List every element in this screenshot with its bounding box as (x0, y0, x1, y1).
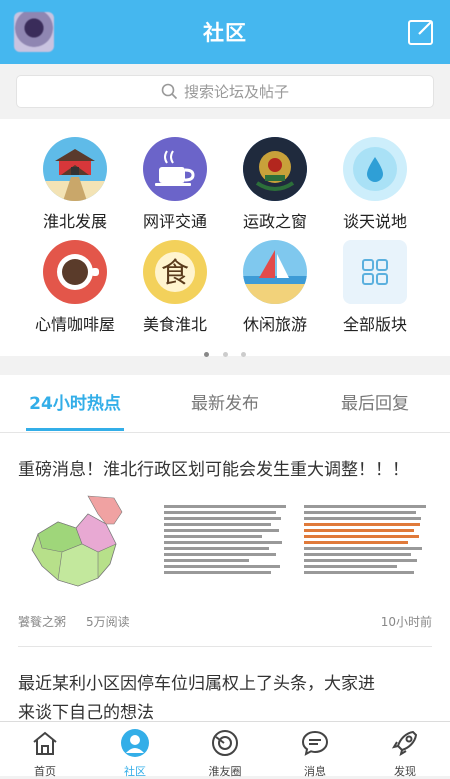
text-line (304, 553, 412, 556)
highlight-line (304, 529, 414, 532)
page-title: 社区 (203, 21, 247, 45)
text-line (304, 565, 397, 568)
nav-label: 社区 (124, 765, 146, 778)
search-input[interactable]: 搜索论坛及帖子 (16, 75, 434, 108)
feed-tabs: 24小时热点 最新发布 最后回复 (0, 375, 450, 433)
divider (18, 646, 432, 647)
tab-last-reply[interactable]: 最后回复 (316, 375, 434, 433)
nav-discover[interactable]: 发现 (360, 722, 450, 778)
nav-home[interactable]: 首页 (0, 722, 90, 778)
text-line (164, 529, 279, 532)
category-wangping-jiaotong[interactable]: 网评交通 (125, 137, 225, 232)
category-xiuxian-lvyou[interactable]: 休闲旅游 (225, 240, 325, 335)
community-icon (121, 729, 149, 757)
text-line (164, 571, 272, 574)
nav-label: 消息 (304, 765, 326, 778)
text-line (304, 505, 426, 508)
rocket-icon (391, 730, 418, 757)
text-line (304, 559, 418, 562)
page-dot[interactable] (222, 352, 228, 357)
search-placeholder: 搜索论坛及帖子 (183, 83, 289, 101)
category-label: 淮北发展 (42, 212, 107, 231)
text-line (304, 571, 414, 574)
post-thumbnail-highlight[interactable] (298, 494, 432, 602)
text-line (304, 511, 417, 514)
nav-messages[interactable]: 消息 (270, 722, 360, 778)
food-icon: 食 (143, 240, 207, 304)
category-quanbu-bankuai[interactable]: 全部版块 (325, 240, 425, 335)
grid-icon (343, 240, 407, 304)
post-thumbnail-text[interactable] (158, 494, 292, 602)
post-reads: 5万阅读 (86, 615, 130, 629)
text-line (164, 523, 272, 526)
category-label: 网评交通 (142, 212, 207, 231)
post-thumbnail-map[interactable] (18, 494, 152, 602)
category-meishi-huaibei[interactable]: 食 美食淮北 (125, 240, 225, 335)
post-title[interactable]: 最近某利小区因停车位归属权上了头条，大家进 (18, 670, 375, 699)
coffee-cup-icon (143, 137, 207, 201)
highlight-line (304, 523, 420, 526)
text-line (164, 505, 286, 508)
text-line (164, 547, 269, 550)
active-tab-indicator (26, 428, 124, 431)
post-author[interactable]: 饕餮之粥 (18, 613, 66, 630)
page-dot[interactable] (204, 352, 210, 357)
search-icon (161, 83, 178, 100)
category-label: 全部版块 (342, 315, 407, 334)
text-line (164, 565, 280, 568)
page-dot[interactable] (240, 352, 246, 357)
text-line (304, 517, 422, 520)
category-yunzheng-zhichuang[interactable]: 运政之窗 (225, 137, 325, 232)
circle-icon (212, 730, 238, 756)
water-drop-icon (343, 137, 407, 201)
post-time: 10小时前 (380, 615, 432, 629)
category-label: 美食淮北 (142, 315, 207, 334)
text-line (164, 541, 283, 544)
category-label: 运政之窗 (242, 212, 307, 231)
category-tantian-shuodi[interactable]: 谈天说地 (325, 137, 425, 232)
nav-label: 发现 (394, 765, 416, 778)
category-label: 休闲旅游 (242, 315, 307, 334)
sailboat-icon (243, 240, 307, 304)
nav-label: 首页 (34, 765, 56, 778)
text-line (164, 535, 262, 538)
nav-community[interactable]: 社区 (90, 722, 180, 778)
avatar[interactable] (14, 12, 54, 52)
category-label: 心情咖啡屋 (34, 315, 115, 334)
nav-label: 淮友圈 (208, 765, 242, 778)
post-title[interactable]: 重磅消息！淮北行政区划可能会发生重大调整！！！ (18, 456, 409, 485)
coffee-top-icon (43, 240, 107, 304)
text-line (164, 517, 282, 520)
category-grid: 淮北发展 网评交通 运政之窗 谈天说地 心情咖啡屋 食 美食淮北 休闲旅游 全部… (0, 119, 450, 357)
highlight-line (304, 535, 419, 538)
top-bar: 社区 (0, 0, 450, 64)
tab-latest[interactable]: 最新发布 (166, 375, 284, 433)
category-xinqing-kafeiwu[interactable]: 心情咖啡屋 (25, 240, 125, 335)
search-area: 搜索论坛及帖子 (0, 64, 450, 119)
text-line (164, 559, 250, 562)
svg-text:食: 食 (161, 256, 189, 289)
text-line (164, 553, 277, 556)
page-indicator (0, 342, 450, 361)
city-gate-icon (43, 137, 107, 201)
highlight-line (304, 541, 408, 544)
emblem-icon (243, 137, 307, 201)
text-line (304, 547, 423, 550)
bottom-nav: 首页 社区 淮友圈 消息 发现 (0, 721, 450, 778)
tab-24h-hot[interactable]: 24小时热点 (16, 375, 134, 433)
text-line (164, 511, 277, 514)
compose-icon[interactable] (406, 17, 436, 47)
message-icon (301, 730, 329, 756)
nav-circle[interactable]: 淮友圈 (180, 722, 270, 778)
home-icon (33, 731, 57, 755)
category-huaibei-fazhan[interactable]: 淮北发展 (25, 137, 125, 232)
category-label: 谈天说地 (342, 212, 407, 231)
